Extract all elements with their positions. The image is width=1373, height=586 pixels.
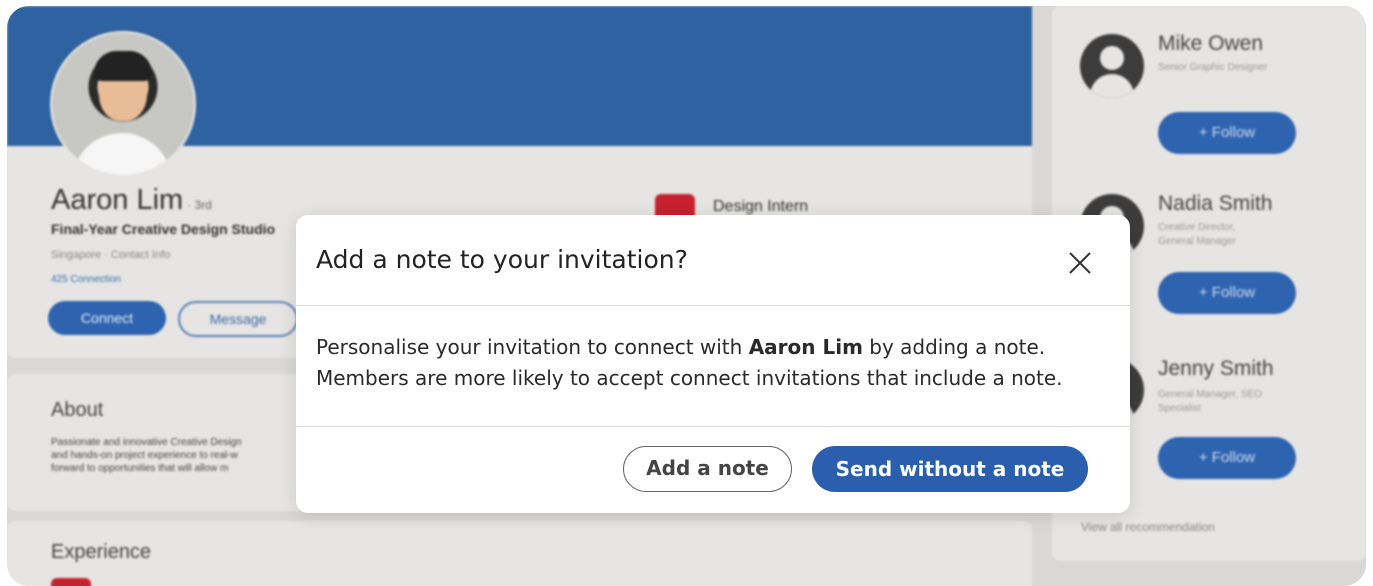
rec-avatar-1 [1080, 34, 1144, 98]
body-prefix: Personalise your invitation to connect w… [316, 335, 749, 359]
follow-button-3[interactable]: + Follow [1158, 437, 1296, 479]
dialog-header-divider [296, 305, 1130, 306]
about-line-3: forward to opportunities that will allow… [51, 463, 229, 474]
close-icon[interactable] [1064, 247, 1096, 279]
experience-card [7, 521, 1032, 586]
experience-company-logo [51, 578, 91, 586]
body-line-2: Members are more likely to accept connec… [316, 366, 1063, 390]
current-role: Design Intern [713, 198, 809, 215]
about-title: About [51, 399, 104, 421]
dialog-title: Add a note to your invitation? [316, 245, 688, 274]
experience-title: Experience [51, 541, 152, 563]
dialog-footer-divider [296, 426, 1130, 427]
profile-location[interactable]: Singapore · Contact Info [51, 249, 170, 261]
profile-avatar [50, 31, 196, 177]
rec-name-3[interactable]: Jenny Smith [1158, 357, 1274, 381]
profile-headline: Final-Year Creative Design Studio [51, 221, 276, 237]
rec-title-2: Creative Director, General Manager [1158, 222, 1236, 247]
rec-title-1: Senior Graphic Designer [1158, 62, 1268, 73]
send-without-note-button[interactable]: Send without a note [812, 446, 1088, 492]
connections-count[interactable]: 425 Connection [51, 274, 121, 285]
body-name: Aaron Lim [748, 335, 863, 359]
about-line-2: and hands-on project experience to real-… [51, 450, 238, 461]
message-button[interactable]: Message [178, 301, 298, 337]
view-all-recommendations-link[interactable]: View all recommendation [1081, 520, 1215, 534]
dialog-body: Personalise your invitation to connect w… [316, 332, 1116, 394]
add-a-note-button[interactable]: Add a note [623, 446, 792, 492]
connect-button[interactable]: Connect [48, 301, 166, 335]
body-suffix: by adding a note. [862, 335, 1046, 359]
connection-degree: · 3rd [187, 198, 212, 212]
follow-button-2[interactable]: + Follow [1158, 272, 1296, 314]
rec-name-1[interactable]: Mike Owen [1158, 32, 1263, 56]
profile-name: Aaron Lim · 3rd [51, 184, 212, 216]
follow-button-1[interactable]: + Follow [1158, 112, 1296, 154]
about-line-1: Passionate and innovative Creative Desig… [51, 437, 242, 448]
invitation-dialog: Add a note to your invitation? Personali… [296, 215, 1130, 513]
rec-title-3: General Manager, SEO Specialist [1158, 389, 1262, 414]
rec-name-2[interactable]: Nadia Smith [1158, 192, 1272, 216]
